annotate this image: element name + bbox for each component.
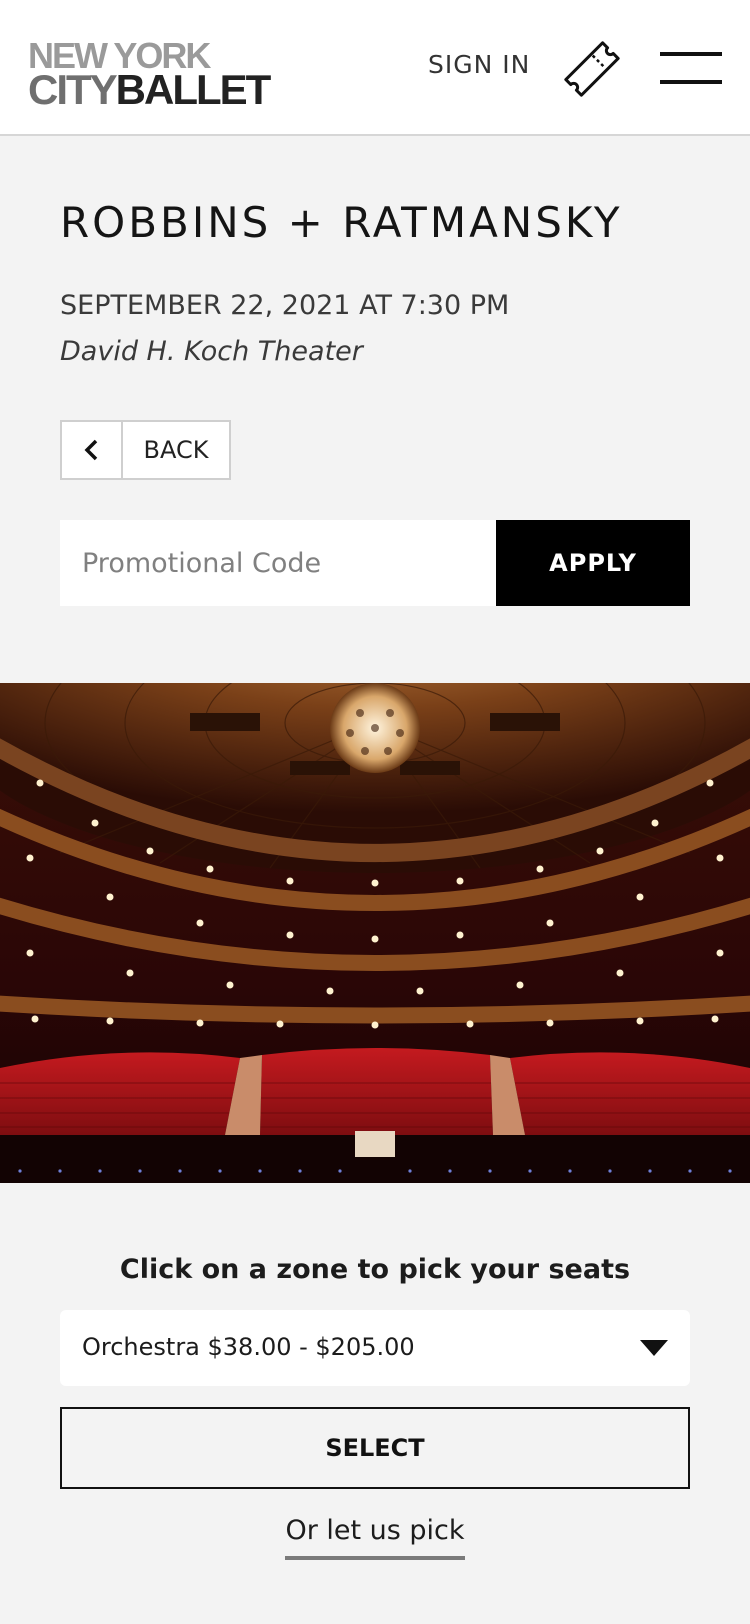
chevron-left-icon (62, 422, 123, 478)
ticket-icon[interactable] (560, 38, 624, 100)
seat-picker-heading: Click on a zone to pick your seats (119, 1254, 631, 1285)
event-venue: David H. Koch Theater (60, 336, 363, 367)
promo-code-input[interactable] (60, 520, 496, 606)
event-datetime: SEPTEMBER 22, 2021 AT 7:30 PM (60, 290, 510, 321)
apply-button[interactable]: APPLY (496, 520, 690, 606)
select-button[interactable]: SELECT (60, 1407, 690, 1489)
back-button[interactable]: BACK (60, 420, 231, 480)
let-us-pick-link[interactable]: Or let us pick (285, 1515, 465, 1560)
let-us-pick-container: Or let us pick (0, 1515, 750, 1560)
nycb-logo[interactable]: NEW YORK CITYBALLET (28, 38, 278, 112)
caret-down-icon (640, 1340, 668, 1356)
zone-dropdown[interactable]: Orchestra $38.00 - $205.00 (60, 1310, 690, 1386)
site-header: NEW YORK CITYBALLET SIGN IN (0, 0, 750, 136)
sign-in-link[interactable]: SIGN IN (428, 50, 530, 79)
logo-line-2: CITYBALLET (28, 66, 272, 113)
hamburger-menu-icon[interactable] (660, 52, 722, 86)
theater-image (0, 573, 750, 1183)
logo-city: CITY (28, 66, 118, 113)
event-title: ROBBINS + RATMANSKY (60, 198, 623, 247)
back-label: BACK (143, 436, 209, 464)
zone-selected-value: Orchestra $38.00 - $205.00 (82, 1333, 415, 1361)
logo-ballet: BALLET (115, 66, 272, 113)
